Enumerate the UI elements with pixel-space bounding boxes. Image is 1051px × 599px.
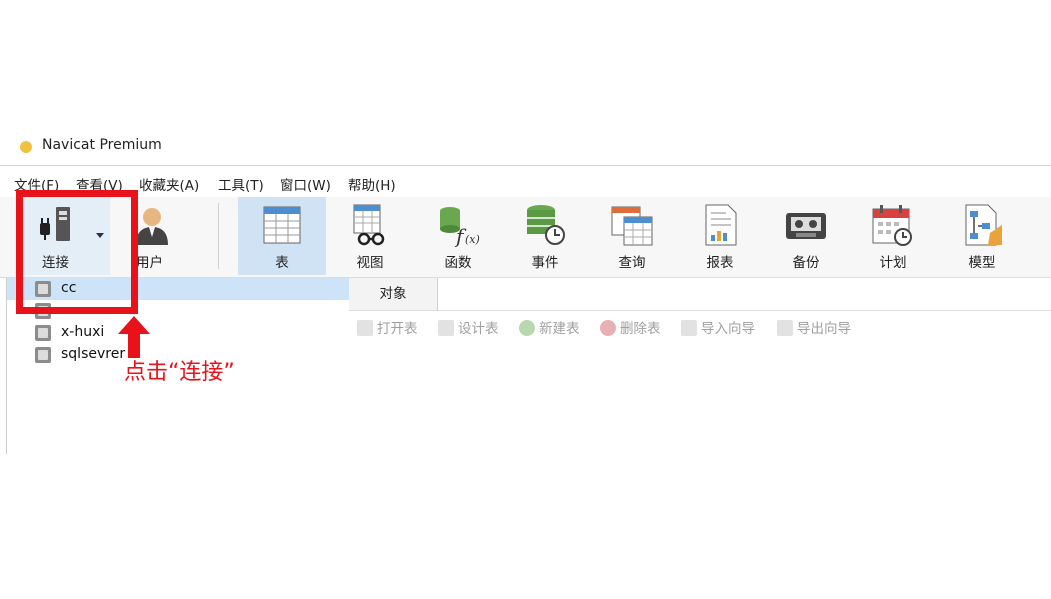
user-label: 用户 [136, 255, 163, 271]
design-table-icon [438, 320, 454, 336]
toolbar-separator [218, 203, 219, 269]
annotation-highlight-box [16, 190, 138, 314]
object-toolbar: 打开表 设计表 新建表 删除表 导入向导 导出向导 [349, 314, 1051, 340]
svg-text:(x): (x) [465, 233, 480, 246]
event-clock-icon [527, 205, 565, 245]
model-icon [965, 204, 1002, 246]
schedule-button[interactable]: 计划 [853, 197, 933, 275]
menu-tools[interactable]: 工具(T) [218, 174, 264, 194]
open-table-button[interactable]: 打开表 [357, 317, 418, 337]
model-label: 模型 [968, 255, 996, 271]
query-icon [611, 206, 653, 246]
event-button[interactable]: 事件 [505, 197, 585, 275]
new-table-button[interactable]: 新建表 [519, 317, 580, 337]
window-title: Navicat Premium [42, 137, 162, 153]
add-icon [519, 320, 535, 336]
backup-button[interactable]: 备份 [766, 197, 846, 275]
tree-item-x-huxi[interactable]: x-huxi [7, 322, 349, 344]
model-button[interactable]: 模型 [942, 197, 1022, 275]
query-button[interactable]: 查询 [592, 197, 672, 275]
import-wizard-button[interactable]: 导入向导 [681, 317, 755, 337]
object-panel: 对象 打开表 设计表 新建表 删除表 导入向导 导出向导 [349, 278, 1051, 454]
menu-window[interactable]: 窗口(W) [280, 174, 331, 194]
menu-bar: 文件(F) 查看(V) 收藏夹(A) 工具(T) 窗口(W) 帮助(H) [0, 165, 1051, 198]
delete-icon [600, 320, 616, 336]
annotation-arrow-up-icon [118, 316, 150, 358]
menu-help[interactable]: 帮助(H) [348, 174, 396, 194]
report-label: 报表 [706, 255, 734, 271]
report-icon [705, 204, 737, 246]
query-label: 查询 [618, 255, 646, 271]
table-icon [263, 206, 301, 244]
view-button[interactable]: 视图 [330, 197, 410, 275]
design-table-button[interactable]: 设计表 [438, 317, 499, 337]
table-button[interactable]: 表 [238, 197, 326, 275]
sqlserver-connection-icon [35, 347, 51, 363]
schedule-label: 计划 [879, 255, 907, 271]
open-table-icon [357, 320, 373, 336]
view-label: 视图 [356, 255, 384, 271]
import-icon [681, 320, 697, 336]
function-button[interactable]: f (x) 函数 [418, 197, 498, 275]
function-fx-icon: f (x) [440, 207, 480, 247]
table-label: 表 [275, 255, 289, 271]
export-icon [777, 320, 793, 336]
delete-table-button[interactable]: 删除表 [600, 317, 661, 337]
annotation-text: 点击“连接” [124, 360, 235, 385]
backup-tape-icon [786, 213, 826, 239]
backup-label: 备份 [792, 255, 820, 271]
report-button[interactable]: 报表 [680, 197, 760, 275]
schedule-calendar-icon [872, 205, 912, 246]
navicat-logo-icon [20, 141, 32, 153]
menu-favorites[interactable]: 收藏夹(A) [139, 174, 199, 194]
view-glasses-icon [353, 204, 385, 246]
tab-objects[interactable]: 对象 [349, 278, 438, 311]
connection-icon [35, 325, 51, 341]
main-toolbar: 连接 用户 表 视图 f (x) 函数 事件 查询 报表 备份 计划 模型 [0, 197, 1051, 278]
export-wizard-button[interactable]: 导出向导 [777, 317, 851, 337]
title-bar: Navicat Premium [0, 128, 1051, 154]
function-label: 函数 [444, 255, 472, 271]
tab-strip [437, 278, 1051, 311]
event-label: 事件 [531, 255, 559, 271]
